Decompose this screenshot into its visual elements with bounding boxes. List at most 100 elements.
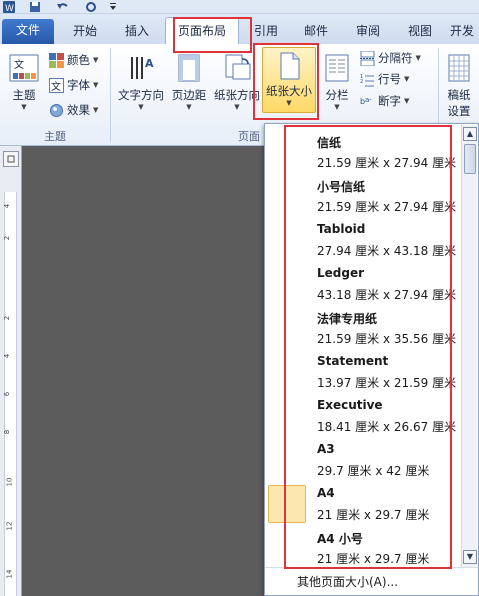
paper-size-name: Ledger: [317, 266, 365, 280]
columns-label: 分栏: [325, 88, 349, 102]
margins-button[interactable]: 页边距 ▼: [168, 50, 210, 111]
scroll-thumb[interactable]: [464, 144, 476, 174]
breaks-icon: [360, 50, 375, 66]
paper-size-item[interactable]: Ledger 43.18 厘米 x 27.94 厘米: [265, 260, 460, 304]
paper-size-item[interactable]: A3 29.7 厘米 x 42 厘米: [265, 436, 460, 480]
paper-size-item[interactable]: 法律专用纸 21.59 厘米 x 35.56 厘米: [265, 304, 460, 348]
paper-thumbnail: [268, 265, 306, 303]
paper-size-name: Tabloid: [317, 222, 366, 236]
group-label-themes: 主题: [44, 130, 66, 143]
line-numbers-button[interactable]: 12 行号 ▼: [360, 69, 409, 89]
paper-thumbnail: [268, 177, 306, 215]
paper-size-name: 法律专用纸: [317, 312, 378, 326]
size-button[interactable]: 纸张大小 ▼: [262, 47, 316, 113]
gallery-scrollbar[interactable]: ▲ ▼: [461, 125, 477, 567]
save-icon[interactable]: [28, 0, 42, 13]
ruler-number: 2: [3, 315, 12, 321]
svg-text:文: 文: [51, 80, 61, 93]
ruler-number: 2: [3, 235, 12, 241]
themes-button[interactable]: 文 主题 ▼: [6, 50, 42, 111]
themes-label: 主题: [12, 88, 36, 102]
paper-size-name: A3: [317, 442, 335, 456]
paper-size-item[interactable]: Tabloid 27.94 厘米 x 43.18 厘米: [265, 216, 460, 260]
redo-icon[interactable]: [84, 0, 98, 13]
paper-thumbnail: [268, 529, 306, 567]
chevron-down-icon: ▼: [234, 103, 240, 111]
chevron-down-icon: ▼: [93, 106, 99, 114]
customize-arrow-icon[interactable]: [108, 0, 118, 13]
paper-size-dimensions: 13.97 厘米 x 21.59 厘米: [317, 376, 457, 390]
chevron-down-icon: ▼: [93, 81, 99, 89]
word-icon[interactable]: W: [2, 0, 16, 13]
paper-size-name: A4 小号: [317, 532, 363, 546]
effects-button[interactable]: 效果 ▼: [49, 100, 98, 120]
orientation-icon: [222, 53, 252, 83]
chevron-down-icon: ▼: [404, 75, 410, 83]
ribbon-tab-row: 文件 开始 插入 页面布局 引用 邮件 审阅 视图 开发: [0, 14, 479, 45]
ruler-number: 10: [5, 477, 14, 487]
line-numbers-icon: 12: [360, 72, 375, 87]
paper-size-dimensions: 21 厘米 x 29.7 厘米: [317, 508, 430, 522]
breaks-button[interactable]: 分隔符 ▼: [360, 48, 421, 68]
hyphenation-button[interactable]: b a- 断字 ▼: [360, 91, 409, 111]
margins-label: 页边距: [171, 88, 207, 102]
manuscript-icon: [444, 53, 474, 83]
ruler-number: 14: [5, 569, 14, 579]
document-area[interactable]: [22, 146, 267, 596]
manuscript-label-2: 设置: [447, 104, 471, 118]
tab-file[interactable]: 文件: [2, 19, 54, 44]
paper-thumbnail: [268, 441, 306, 479]
tab-developer[interactable]: 开发: [450, 20, 479, 44]
orientation-button[interactable]: 纸张方向 ▼: [210, 50, 264, 111]
scroll-up-icon[interactable]: ▲: [463, 127, 477, 141]
ruler-number: 4: [3, 203, 12, 209]
undo-icon[interactable]: [52, 0, 72, 13]
columns-button[interactable]: 分栏 ▼: [320, 50, 354, 111]
paper-size-name: A4: [317, 486, 335, 500]
more-paper-sizes-item[interactable]: 其他页面大小(A)...: [265, 567, 478, 595]
paper-thumbnail: [268, 309, 306, 347]
text-direction-button[interactable]: A 文字方向 ▼: [114, 50, 168, 111]
paper-size-item[interactable]: Statement 13.97 厘米 x 21.59 厘米: [265, 348, 460, 392]
chevron-down-icon: ▼: [138, 103, 144, 111]
paper-size-item[interactable]: A4 21 厘米 x 29.7 厘米: [265, 480, 460, 524]
tab-insert[interactable]: 插入: [114, 20, 160, 44]
manuscript-settings-button[interactable]: 稿纸 设置: [440, 50, 478, 118]
tab-references[interactable]: 引用: [246, 20, 286, 44]
paper-size-dimensions: 21.59 厘米 x 27.94 厘米: [317, 156, 457, 170]
paper-thumbnail: [268, 353, 306, 391]
paper-size-gallery: 信纸 21.59 厘米 x 27.94 厘米 小号信纸 21.59 厘米 x 27.9…: [264, 123, 479, 596]
tab-mailings[interactable]: 邮件: [294, 20, 338, 44]
paper-thumbnail: [268, 397, 306, 435]
effects-icon: [49, 103, 64, 118]
tab-review[interactable]: 审阅: [346, 20, 390, 44]
title-bar: W: [0, 0, 479, 14]
paper-size-dimensions: 21.59 厘米 x 35.56 厘米: [317, 332, 457, 346]
ruler-toggle-button[interactable]: [3, 151, 19, 167]
fonts-button[interactable]: 文 字体 ▼: [49, 75, 98, 95]
scroll-down-icon[interactable]: ▼: [463, 550, 477, 564]
paper-size-item[interactable]: 信纸 21.59 厘米 x 27.94 厘米: [265, 128, 460, 172]
text-direction-icon: A: [126, 53, 156, 83]
orientation-label: 纸张方向: [214, 88, 260, 102]
paper-size-name: 小号信纸: [317, 180, 366, 194]
tab-view[interactable]: 视图: [398, 20, 442, 44]
paper-size-name: Executive: [317, 398, 383, 412]
paper-size-icon: [274, 51, 304, 81]
paper-size-item[interactable]: Executive 18.41 厘米 x 26.67 厘米: [265, 392, 460, 436]
colors-icon: [49, 52, 64, 68]
paper-size-item[interactable]: 小号信纸 21.59 厘米 x 27.94 厘米: [265, 172, 460, 216]
colors-button[interactable]: 颜色 ▼: [49, 50, 98, 70]
tab-home[interactable]: 开始: [62, 20, 108, 44]
paper-size-name: Statement: [317, 354, 389, 368]
group-separator: [110, 48, 111, 142]
svg-text:文: 文: [14, 58, 24, 71]
ruler-number: 6: [3, 391, 12, 397]
chevron-down-icon: ▼: [93, 56, 99, 64]
ruler-number: 4: [3, 353, 12, 359]
svg-text:A: A: [145, 57, 154, 70]
tab-page-layout[interactable]: 页面布局: [165, 17, 239, 45]
colors-label: 颜色: [67, 53, 90, 67]
paper-size-item[interactable]: A4 小号 21 厘米 x 29.7 厘米: [265, 524, 460, 568]
chevron-down-icon: ▼: [404, 97, 410, 105]
